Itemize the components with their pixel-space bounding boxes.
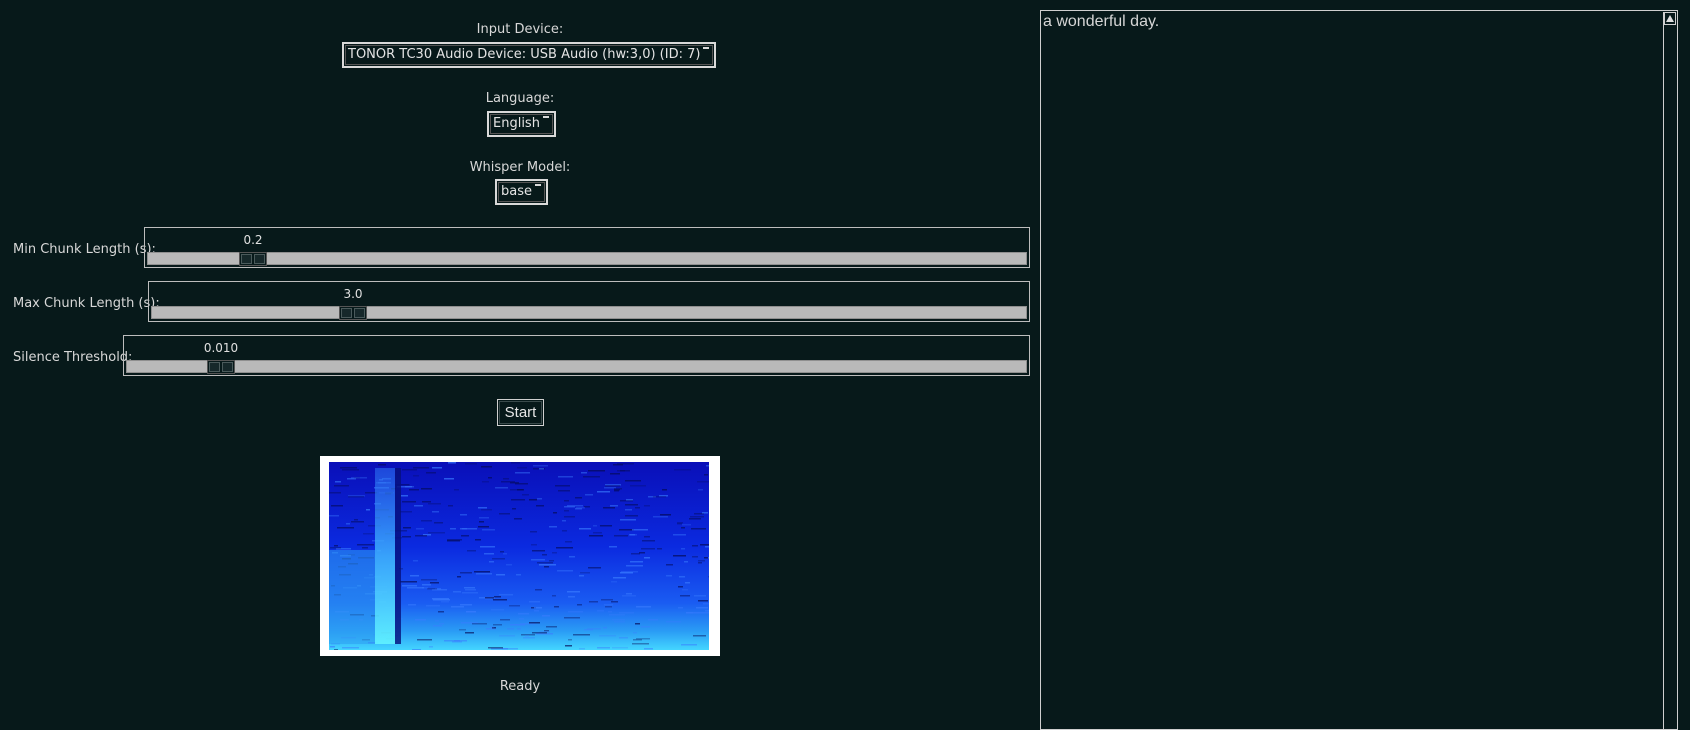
dropdown-arrow-icon	[703, 47, 710, 49]
transcript-text: a wonderful day.	[1043, 13, 1160, 30]
transcript-textbox[interactable]: a wonderful day.	[1040, 10, 1678, 730]
slider-thumb[interactable]	[339, 306, 367, 320]
language-label: Language:	[485, 91, 555, 106]
max-chunk-label: Max Chunk Length (s):	[13, 296, 160, 311]
whisper-model-label: Whisper Model:	[469, 160, 571, 175]
scroll-up-arrow-icon[interactable]	[1664, 12, 1676, 25]
transcript-scrollbar[interactable]	[1663, 12, 1676, 729]
spectrogram-image	[329, 462, 709, 650]
slider-trough[interactable]	[126, 360, 1027, 374]
max-chunk-slider[interactable]: 3.0	[148, 281, 1030, 322]
slider-trough[interactable]	[151, 306, 1027, 320]
input-device-dropdown[interactable]: TONOR TC30 Audio Device: USB Audio (hw:3…	[342, 42, 717, 68]
language-selected: English	[493, 116, 540, 131]
input-device-label: Input Device:	[476, 22, 564, 37]
silence-threshold-slider[interactable]: 0.010	[123, 335, 1030, 376]
language-dropdown[interactable]: English	[487, 111, 556, 137]
status-text: Ready	[499, 679, 541, 694]
input-device-selected: TONOR TC30 Audio Device: USB Audio (hw:3…	[348, 47, 701, 62]
spectrogram-panel	[320, 456, 720, 656]
whisper-model-selected: base	[501, 184, 532, 199]
whisper-model-dropdown[interactable]: base	[495, 179, 548, 205]
max-chunk-value: 3.0	[343, 287, 363, 301]
slider-thumb[interactable]	[207, 360, 235, 374]
min-chunk-label: Min Chunk Length (s):	[13, 242, 156, 257]
slider-thumb[interactable]	[239, 252, 267, 266]
start-button[interactable]: Start	[497, 399, 544, 426]
silence-threshold-label: Silence Threshold:	[13, 350, 133, 365]
slider-trough[interactable]	[147, 252, 1027, 266]
silence-threshold-value: 0.010	[203, 341, 239, 355]
dropdown-arrow-icon	[535, 184, 541, 186]
min-chunk-value: 0.2	[243, 233, 263, 247]
dropdown-arrow-icon	[542, 116, 549, 118]
min-chunk-slider[interactable]: 0.2	[144, 227, 1030, 268]
